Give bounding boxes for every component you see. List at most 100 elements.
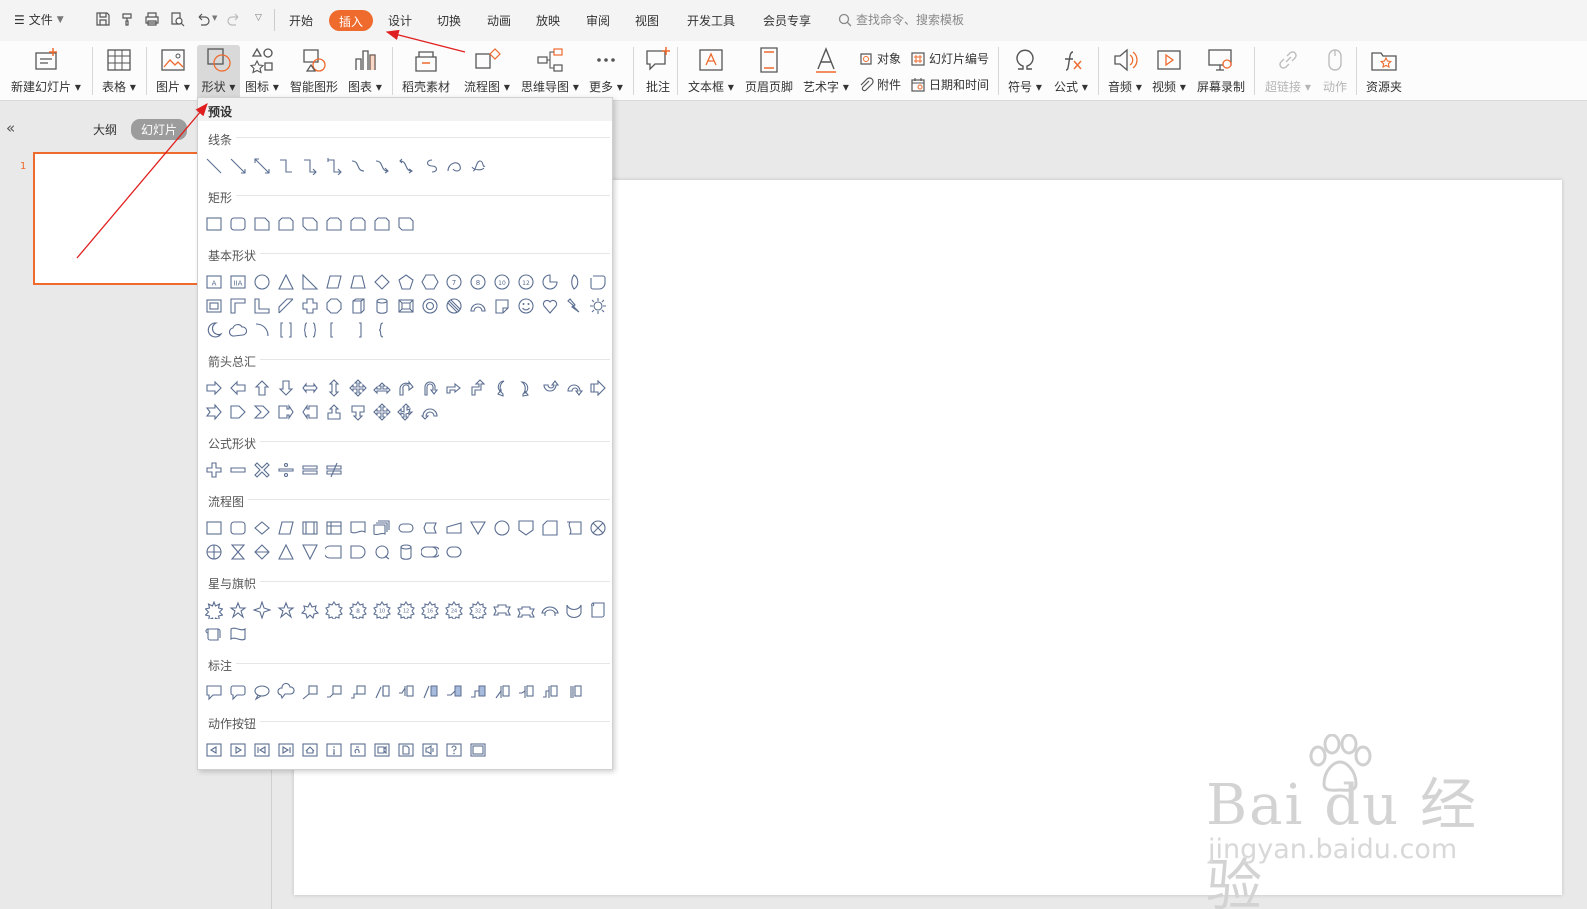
equation-shape-shape-3[interactable] <box>253 461 271 479</box>
undo-icon[interactable] <box>195 11 211 27</box>
file-menu[interactable]: ☰ 文件 ▼ <box>14 11 64 28</box>
callout-shape-16[interactable] <box>565 683 583 701</box>
action-button-shape-3[interactable] <box>253 741 271 759</box>
wordart-button[interactable]: 艺术字 ▾ <box>803 45 849 99</box>
block-arrow-shape-19[interactable] <box>229 403 247 421</box>
basic-shape-shape-38[interactable] <box>277 321 295 339</box>
picture-button[interactable]: 图片 ▾ <box>156 45 190 99</box>
basic-shape-shape-23[interactable] <box>325 297 343 315</box>
basic-shape-shape-14[interactable]: 12 <box>517 273 535 291</box>
flowchart-shape-shape-14[interactable] <box>517 519 535 537</box>
line-shape-12[interactable] <box>469 157 487 175</box>
callout-shape-4[interactable] <box>277 683 295 701</box>
block-arrow-shape-10[interactable] <box>421 379 439 397</box>
action-button-shape-5[interactable] <box>301 741 319 759</box>
flowchart-shape-shape-6[interactable] <box>325 519 343 537</box>
callout-shape-2[interactable] <box>229 683 247 701</box>
block-arrow-shape-13[interactable] <box>493 379 511 397</box>
block-arrow-shape-7[interactable] <box>349 379 367 397</box>
formula-button[interactable]: 公式 ▾ <box>1054 45 1088 99</box>
block-arrow-shape-22[interactable] <box>301 403 319 421</box>
line-shape-7[interactable] <box>349 157 367 175</box>
block-arrow-shape-14[interactable] <box>517 379 535 397</box>
collapse-panel-icon[interactable]: « <box>6 119 15 137</box>
rectangle-shape-2[interactable] <box>229 215 247 233</box>
video-button[interactable]: 视频 ▾ <box>1152 45 1186 99</box>
basic-shape-shape-39[interactable] <box>301 321 319 339</box>
block-arrow-shape-17[interactable] <box>589 379 607 397</box>
flowchart-shape-shape-19[interactable] <box>229 543 247 561</box>
rectangle-shape-9[interactable] <box>397 215 415 233</box>
basic-shape-shape-17[interactable] <box>589 273 607 291</box>
tab-design[interactable]: 设计 <box>388 12 412 29</box>
rectangle-shape-5[interactable] <box>301 215 319 233</box>
block-arrow-shape-4[interactable] <box>277 379 295 397</box>
icon-button[interactable]: 图标 ▾ <box>245 45 279 99</box>
block-arrow-shape-16[interactable] <box>565 379 583 397</box>
action-button-shape-10[interactable] <box>421 741 439 759</box>
star-banner-shape-15[interactable] <box>541 601 559 619</box>
chart-button[interactable]: 图表 ▾ <box>348 45 382 99</box>
action-button-shape-9[interactable] <box>397 741 415 759</box>
callout-shape-14[interactable] <box>517 683 535 701</box>
line-shape-4[interactable] <box>277 157 295 175</box>
line-shape-1[interactable] <box>205 157 223 175</box>
basic-shape-shape-37[interactable] <box>253 321 271 339</box>
basic-shape-shape-28[interactable] <box>445 297 463 315</box>
action-button-shape-7[interactable] <box>349 741 367 759</box>
print-preview-icon[interactable] <box>169 11 185 27</box>
basic-shape-shape-41[interactable] <box>349 321 367 339</box>
more-button[interactable]: 更多 ▾ <box>589 45 623 99</box>
basic-shape-shape-11[interactable]: 7 <box>445 273 463 291</box>
rectangle-shape-4[interactable] <box>277 215 295 233</box>
callout-shape-11[interactable] <box>445 683 463 701</box>
action-button-shape-11[interactable] <box>445 741 463 759</box>
star-banner-shape-14[interactable] <box>517 601 535 619</box>
screen-record-button[interactable]: 屏幕录制 <box>1197 45 1245 99</box>
attachment-button[interactable]: 附件 <box>858 76 901 93</box>
block-arrow-shape-2[interactable] <box>229 379 247 397</box>
block-arrow-shape-11[interactable] <box>445 379 463 397</box>
basic-shape-shape-1[interactable]: A <box>205 273 223 291</box>
line-shape-9[interactable] <box>397 157 415 175</box>
rectangle-shape-8[interactable] <box>373 215 391 233</box>
tab-developer[interactable]: 开发工具 <box>687 12 735 29</box>
command-search[interactable]: 查找命令、搜索模板 <box>838 11 964 28</box>
basic-shape-shape-35[interactable] <box>205 321 223 339</box>
callout-shape-3[interactable] <box>253 683 271 701</box>
star-banner-shape-4[interactable] <box>277 601 295 619</box>
star-banner-shape-7[interactable]: 8 <box>349 601 367 619</box>
block-arrow-shape-6[interactable] <box>325 379 343 397</box>
tab-animation[interactable]: 动画 <box>487 12 511 29</box>
flowchart-shape-shape-24[interactable] <box>349 543 367 561</box>
basic-shape-shape-4[interactable] <box>277 273 295 291</box>
callout-shape-13[interactable] <box>493 683 511 701</box>
star-banner-shape-18[interactable] <box>205 625 223 643</box>
block-arrow-shape-21[interactable] <box>277 403 295 421</box>
flowchart-shape-shape-5[interactable] <box>301 519 319 537</box>
callout-shape-1[interactable] <box>205 683 223 701</box>
tab-home[interactable]: 开始 <box>289 12 313 29</box>
line-shape-6[interactable] <box>325 157 343 175</box>
block-arrow-shape-5[interactable] <box>301 379 319 397</box>
block-arrow-shape-1[interactable] <box>205 379 223 397</box>
flowchart-shape-shape-7[interactable] <box>349 519 367 537</box>
action-button-shape-4[interactable] <box>277 741 295 759</box>
basic-shape-shape-31[interactable] <box>517 297 535 315</box>
action-button-shape-12[interactable] <box>469 741 487 759</box>
basic-shape-shape-26[interactable] <box>397 297 415 315</box>
flowchart-shape-shape-8[interactable] <box>373 519 391 537</box>
flowchart-shape-shape-4[interactable] <box>277 519 295 537</box>
basic-shape-shape-30[interactable] <box>493 297 511 315</box>
table-button[interactable]: 表格 ▾ <box>102 45 136 99</box>
header-footer-button[interactable]: 页眉页脚 <box>745 45 793 99</box>
equation-shape-shape-5[interactable] <box>301 461 319 479</box>
tab-review[interactable]: 审阅 <box>586 12 610 29</box>
callout-shape-9[interactable] <box>397 683 415 701</box>
block-arrow-shape-9[interactable] <box>397 379 415 397</box>
flowchart-button[interactable]: 流程图 ▾ <box>464 45 510 99</box>
action-button-shape-6[interactable] <box>325 741 343 759</box>
basic-shape-shape-27[interactable] <box>421 297 439 315</box>
smart-art-button[interactable]: 智能图形 <box>290 45 338 99</box>
star-banner-shape-9[interactable]: 12 <box>397 601 415 619</box>
